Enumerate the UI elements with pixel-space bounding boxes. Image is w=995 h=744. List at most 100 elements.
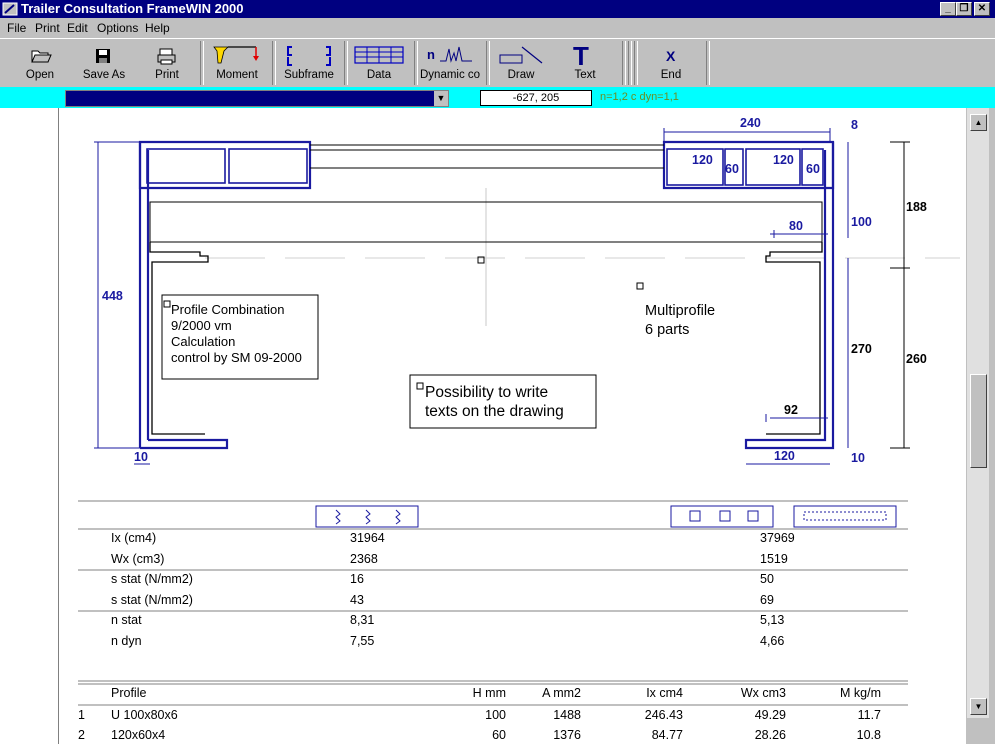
dynamic-wave-icon: n <box>427 46 472 63</box>
menu-print[interactable]: Print <box>35 21 60 35</box>
section-icon-far-right <box>793 505 897 528</box>
dynamic-coefficient-button[interactable]: n Dynamic co <box>420 41 480 85</box>
moment-crane-icon <box>213 46 259 64</box>
dimension-lines-right <box>890 141 910 449</box>
draw-button[interactable]: Draw <box>492 41 550 85</box>
row-sstat2-v1: 43 <box>350 593 364 607</box>
vertical-scrollbar[interactable]: ▲ ▼ <box>966 108 989 718</box>
row-label-ndyn: n dyn <box>111 634 142 648</box>
profile-cells <box>146 148 824 186</box>
profile-row-1-num: 1 <box>78 708 85 722</box>
open-button[interactable]: Open <box>12 41 68 85</box>
selection-combobox[interactable]: ▼ <box>65 90 449 107</box>
print-button[interactable]: Print <box>140 41 194 85</box>
row-wx-v1: 2368 <box>350 552 378 566</box>
menu-edit[interactable]: Edit <box>67 21 88 35</box>
dim-cell-1: 120 <box>692 153 713 167</box>
dim-height-100: 100 <box>851 215 872 229</box>
row-ndyn-v1: 7,55 <box>350 634 374 648</box>
row-nstat-v1: 8,31 <box>350 613 374 627</box>
row-nstat-v2: 5,13 <box>760 613 784 627</box>
dynamic-icon-letter: n <box>427 47 435 62</box>
menu-file[interactable]: File <box>7 21 26 35</box>
profile-row-1-m: 11.7 <box>858 708 881 722</box>
end-x-icon: X <box>666 48 676 64</box>
profile-row-2-ix: 84.77 <box>652 728 683 742</box>
row-label-ix: Ix (cm4) <box>111 531 156 545</box>
end-button[interactable]: X End <box>642 41 700 85</box>
text-button[interactable]: T Text <box>556 41 614 85</box>
app-icon <box>2 2 18 16</box>
profile-row-1-a: 1488 <box>553 708 581 722</box>
dim-cell-3: 120 <box>773 153 794 167</box>
dim-width-92: 92 <box>784 403 798 417</box>
profile-row-2-a: 1376 <box>553 728 581 742</box>
title-bar: Trailer Consultation FrameWIN 2000 _ ❐ ✕ <box>0 0 995 18</box>
note-possibility[interactable] <box>409 374 597 429</box>
safety-factor-info: n=1,2 c dyn=1,1 <box>600 91 679 103</box>
menu-bar: File Print Edit Options Help <box>0 18 995 38</box>
subframe-button[interactable]: Subframe <box>280 41 338 85</box>
toolbar-separator <box>622 41 626 85</box>
save-as-button[interactable]: Save As <box>76 41 132 85</box>
moment-button[interactable]: Moment <box>208 41 266 85</box>
close-button[interactable]: ✕ <box>974 2 990 16</box>
row-sstat1-v1: 16 <box>350 572 364 586</box>
header-a: A mm2 <box>542 686 581 700</box>
note2-line1: Multiprofile <box>645 303 715 319</box>
scroll-up-button[interactable]: ▲ <box>970 114 987 131</box>
menu-options[interactable]: Options <box>97 21 138 35</box>
dim-width-80: 80 <box>789 219 803 233</box>
header-h: H mm <box>473 686 506 700</box>
draw-line-icon <box>499 46 543 64</box>
printer-icon <box>157 48 176 65</box>
row-ndyn-v2: 4,66 <box>760 634 784 648</box>
scroll-down-button[interactable]: ▼ <box>970 698 987 715</box>
frame-drawing: 240 8 120 60 120 60 100 188 80 448 270 2… <box>78 116 960 742</box>
row-ix-v2: 37969 <box>760 531 795 545</box>
toolbar-separator <box>486 41 490 85</box>
drawing-area[interactable]: 240 8 120 60 120 60 100 188 80 448 270 2… <box>0 108 966 744</box>
header-profile: Profile <box>111 686 146 700</box>
chevron-down-icon[interactable]: ▼ <box>434 91 448 106</box>
cursor-coordinates: -627, 205 <box>480 90 592 106</box>
row-label-sstat2: s stat (N/mm2) <box>111 593 193 607</box>
header-m: M kg/m <box>840 686 881 700</box>
row-ix-v1: 31964 <box>350 531 385 545</box>
dim-top-right-8: 8 <box>851 118 858 132</box>
dim-height-270: 270 <box>851 342 872 356</box>
text-tool-icon: T <box>573 43 589 67</box>
dim-height-188: 188 <box>906 200 927 214</box>
dim-cell-4: 60 <box>806 162 820 176</box>
profile-row-1-h: 100 <box>485 708 506 722</box>
toolbar-separator <box>272 41 276 85</box>
note3-line1: Possibility to write <box>425 384 548 401</box>
note1-line4: control by SM 09-2000 <box>171 350 302 365</box>
floppy-disk-icon <box>96 49 110 63</box>
menu-help[interactable]: Help <box>145 21 170 35</box>
toolbar-separator <box>200 41 204 85</box>
row-label-nstat: n stat <box>111 613 142 627</box>
dim-bottom-10-right: 10 <box>851 451 865 465</box>
toolbar-separator <box>414 41 418 85</box>
toolbar: Open Save As Print Moment Subframe Data … <box>0 38 995 88</box>
profile-row-2-wx: 28.26 <box>755 728 786 742</box>
row-label-wx: Wx (cm3) <box>111 552 164 566</box>
profile-row-2-m: 10.8 <box>857 728 881 742</box>
toolbar-separator <box>706 41 710 85</box>
toolbar-separator <box>634 41 638 85</box>
scroll-thumb[interactable] <box>970 374 987 468</box>
window-title: Trailer Consultation FrameWIN 2000 <box>21 1 244 16</box>
restore-button[interactable]: ❐ <box>956 2 972 16</box>
data-table-icon <box>354 46 404 64</box>
minimize-button[interactable]: _ <box>940 2 956 16</box>
note1-line1: Profile Combination <box>171 302 284 317</box>
note2-line2: 6 parts <box>645 322 689 338</box>
profile-row-1-ix: 246.43 <box>645 708 683 722</box>
data-button[interactable]: Data <box>350 41 408 85</box>
note-handle[interactable] <box>636 282 644 290</box>
row-wx-v2: 1519 <box>760 552 788 566</box>
profile-row-1-wx: 49.29 <box>755 708 786 722</box>
end-icon-letter: X <box>666 48 676 64</box>
dim-bottom-120: 120 <box>774 449 795 463</box>
